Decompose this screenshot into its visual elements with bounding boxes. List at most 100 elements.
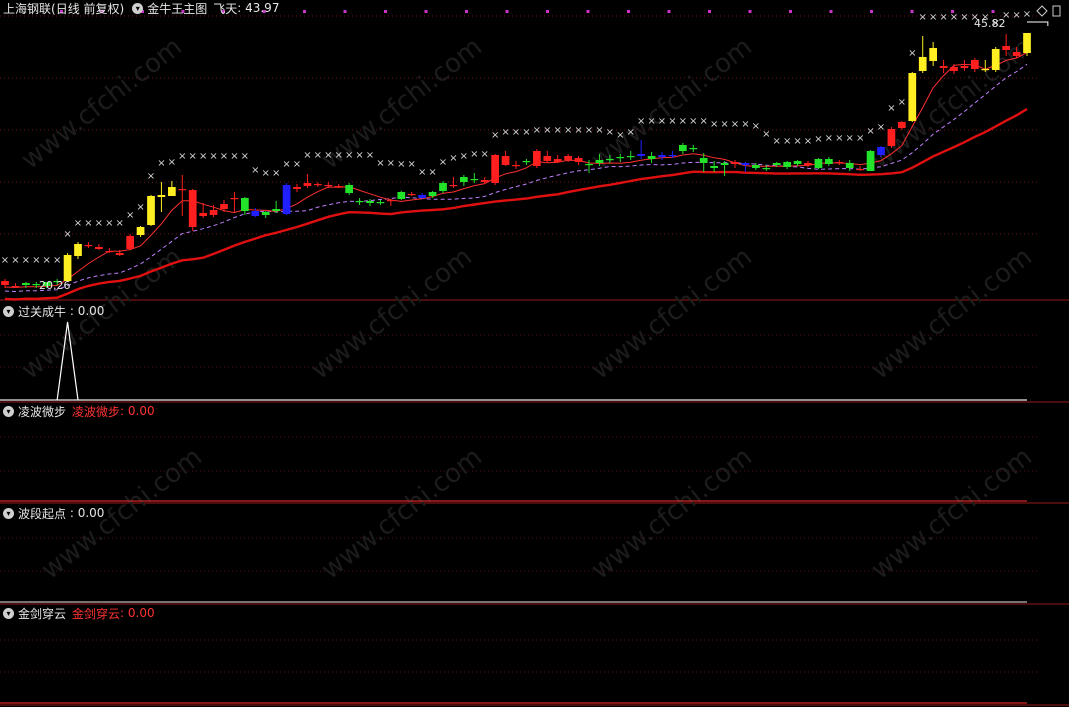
- stop-marker: ×: [804, 136, 812, 147]
- date-tick-dot: [465, 10, 468, 13]
- stop-marker: ×: [376, 158, 384, 169]
- stop-marker: ×: [470, 149, 478, 160]
- candle-body: [720, 163, 729, 165]
- stop-marker: ×: [846, 133, 854, 144]
- candle-body: [595, 160, 604, 163]
- candle-body: [835, 162, 844, 164]
- stop-marker: ×: [793, 136, 801, 147]
- stop-marker: ×: [554, 125, 562, 136]
- stop-marker: ×: [43, 255, 51, 266]
- candle-body: [470, 179, 479, 181]
- candle-body: [960, 66, 969, 68]
- candle-body: [147, 196, 155, 225]
- candle-body: [877, 147, 885, 155]
- panel-toggle-icon[interactable]: ▾: [3, 305, 14, 317]
- stop-marker: ×: [606, 127, 614, 138]
- stop-marker: ×: [908, 48, 916, 59]
- stop-marker: ×: [627, 127, 635, 138]
- candle-body: [355, 201, 364, 203]
- stop-marker: ×: [866, 126, 874, 137]
- panel-toggle-icon[interactable]: ▾: [3, 405, 14, 417]
- stop-marker: ×: [501, 127, 509, 138]
- candle-body: [407, 194, 416, 196]
- panel-toggle-icon[interactable]: ▾: [132, 2, 144, 14]
- stop-marker: ×: [960, 12, 968, 23]
- date-tick-dot: [748, 10, 752, 13]
- stop-marker: ×: [877, 122, 885, 133]
- candle-body: [814, 159, 823, 168]
- stop-marker: ×: [324, 150, 332, 161]
- panel-name: 波段起点: [18, 506, 67, 521]
- panel-header-3: ▾ 波段起点 : 0.00: [3, 505, 104, 521]
- candle-body: [741, 163, 750, 165]
- candle-body: [710, 166, 719, 168]
- panel-toggle-icon[interactable]: ▾: [3, 507, 14, 519]
- candle-body: [564, 156, 573, 160]
- maximize-icon[interactable]: [1033, 4, 1063, 18]
- candle-body: [418, 195, 427, 198]
- candle-body: [84, 245, 93, 247]
- stop-marker: ×: [773, 136, 781, 147]
- stop-marker: ×: [84, 218, 92, 229]
- candle-body: [459, 177, 468, 182]
- candle-body: [658, 155, 666, 157]
- stop-marker: ×: [543, 125, 551, 136]
- date-tick-dot: [991, 10, 995, 13]
- date-tick-dot: [384, 10, 387, 13]
- stop-marker: ×: [293, 159, 301, 170]
- stop-marker: ×: [950, 12, 958, 23]
- stop-marker: ×: [710, 119, 718, 130]
- candle-body: [585, 164, 593, 166]
- panel-name: 过关成牛: [18, 304, 67, 319]
- date-tick-dot: [789, 10, 792, 13]
- stop-marker: ×: [126, 210, 134, 221]
- candle-body: [950, 67, 958, 71]
- stop-marker: ×: [491, 130, 499, 141]
- stop-marker: ×: [449, 153, 457, 164]
- candle-body: [574, 158, 583, 162]
- stop-marker: ×: [919, 12, 927, 23]
- panel-header-1: ▾ 过关成牛 : 0.00: [3, 303, 104, 319]
- candle-body: [605, 159, 614, 161]
- stop-marker: ×: [668, 116, 676, 127]
- candle-body: [532, 151, 541, 166]
- candle-body: [1002, 46, 1011, 50]
- candle-body: [303, 183, 312, 186]
- stop-marker: ×: [533, 125, 541, 136]
- main-panel-header: 上海钢联 (日线 前复权) ▾ 金牛王主图 飞天 : 43.97: [3, 1, 280, 16]
- candle-body: [376, 202, 385, 204]
- candle-body: [251, 211, 260, 216]
- candle-body: [21, 283, 30, 285]
- candle-body: [480, 180, 489, 182]
- stop-marker: ×: [720, 119, 728, 130]
- panel-toggle-icon[interactable]: ▾: [3, 607, 14, 619]
- stop-marker: ×: [74, 218, 82, 229]
- candle-body: [626, 156, 635, 158]
- stop-marker: ×: [835, 133, 843, 144]
- candle-body: [751, 165, 760, 168]
- candle-body: [1, 281, 9, 285]
- date-tick-dot: [424, 10, 428, 13]
- date-tick-dot: [303, 10, 306, 13]
- candle-body: [178, 189, 187, 191]
- stop-marker: ×: [209, 151, 217, 162]
- panel-value: 0.00: [77, 506, 105, 520]
- candle-body: [293, 187, 301, 189]
- stop-marker: ×: [282, 159, 290, 170]
- stop-marker: ×: [387, 158, 395, 169]
- candle-body: [501, 156, 510, 165]
- candle-body: [981, 69, 990, 71]
- stop-marker: ×: [616, 130, 624, 141]
- stop-marker: ×: [898, 97, 906, 108]
- stop-marker: ×: [647, 116, 655, 127]
- candle-body: [678, 145, 687, 151]
- candle-body: [845, 163, 854, 168]
- candle-body: [199, 213, 208, 216]
- date-tick-dot: [708, 10, 711, 13]
- candle-body: [887, 129, 896, 146]
- high-price-pointer: [1027, 21, 1049, 26]
- stop-marker: ×: [929, 12, 937, 23]
- stop-marker: ×: [397, 159, 405, 170]
- candle-body: [136, 227, 145, 235]
- candle-body: [668, 155, 677, 157]
